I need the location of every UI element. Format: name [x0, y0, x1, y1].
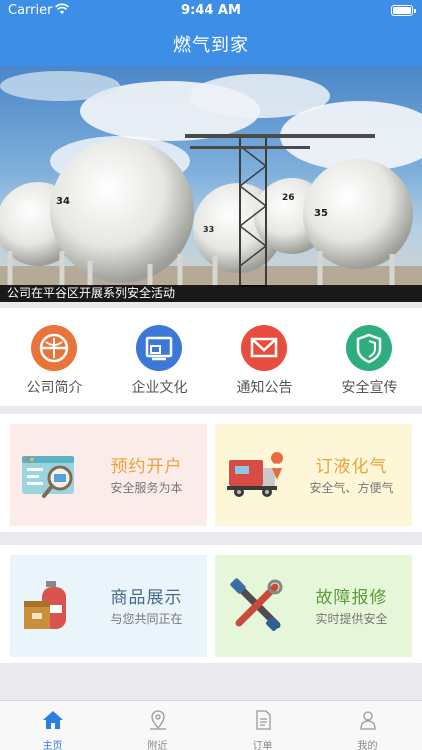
- service-card-repair[interactable]: 故障报修 实时提供安全: [215, 555, 412, 657]
- card-subtitle: 与您共同正在: [110, 612, 183, 626]
- battery-icon: [391, 5, 416, 16]
- quick-item-label: 安全宣传: [341, 380, 398, 396]
- tab-label: 附近: [147, 741, 168, 750]
- quick-item-label: 公司简介: [26, 380, 83, 396]
- service-card-order-gas[interactable]: 订液化气 安全气、方便气: [215, 424, 412, 526]
- tools-icon: [230, 578, 283, 631]
- service-card-products[interactable]: 商品展示 与您共同正在: [10, 555, 207, 657]
- tab-nearby[interactable]: 附近: [105, 701, 210, 750]
- quick-item-company-profile[interactable]: 公司简介: [2, 308, 107, 406]
- browser-search-icon: [22, 456, 74, 498]
- tab-label: 主页: [42, 741, 63, 750]
- tank-number: 33: [203, 225, 214, 234]
- card-title: 预约开户: [110, 457, 183, 477]
- tab-bar: 主页 附近 订单 我的: [0, 700, 422, 750]
- banner-photo: 34 33 26 35: [0, 71, 422, 302]
- quick-item-safety[interactable]: 安全宣传: [317, 308, 422, 406]
- location-pin-icon: [150, 710, 166, 730]
- quick-item-culture[interactable]: 企业文化: [107, 308, 212, 406]
- monitor-icon: [136, 325, 182, 371]
- card-subtitle: 实时提供安全: [315, 612, 388, 626]
- shield-icon: [346, 325, 392, 371]
- clock: 9:44 AM: [181, 3, 241, 18]
- service-card-account-open[interactable]: 预约开户 安全服务为本: [10, 424, 207, 526]
- document-icon: [256, 710, 271, 730]
- tank-number: 34: [56, 196, 70, 207]
- card-title: 商品展示: [110, 588, 183, 608]
- banner-carousel[interactable]: 34 33 26 35 公司在平谷区开展系列安全活动: [0, 66, 422, 302]
- card-subtitle: 安全服务为本: [110, 481, 183, 495]
- page-title: 燃气到家: [173, 35, 249, 56]
- tab-label: 订单: [252, 741, 273, 750]
- tab-orders[interactable]: 订单: [210, 701, 315, 750]
- service-row: 商品展示 与您共同正在 故障报修 实时提供安全: [0, 545, 422, 663]
- truck-location-icon: [227, 452, 284, 497]
- card-subtitle: 安全气、方便气: [309, 481, 394, 495]
- quick-menu: 公司简介 企业文化 通知公告 安全宣传: [0, 308, 422, 406]
- home-icon: [43, 711, 63, 729]
- card-title: 故障报修: [315, 588, 388, 608]
- envelope-icon: [241, 325, 287, 371]
- tab-home[interactable]: 主页: [0, 701, 105, 750]
- tab-label: 我的: [357, 741, 378, 750]
- tab-mine[interactable]: 我的: [315, 701, 420, 750]
- quick-item-label: 企业文化: [131, 380, 188, 396]
- company-logo-icon: [31, 325, 77, 371]
- service-row: 预约开户 安全服务为本 订液化气 安全气、方便气: [0, 414, 422, 532]
- quick-item-notices[interactable]: 通知公告: [212, 308, 317, 406]
- tank-number: 35: [314, 208, 328, 219]
- status-bar: Carrier 9:44 AM: [0, 0, 422, 22]
- tank-number: 26: [282, 193, 295, 203]
- gas-cylinder-box-icon: [24, 581, 66, 629]
- quick-item-label: 通知公告: [236, 380, 293, 396]
- person-icon: [360, 711, 376, 730]
- card-title: 订液化气: [315, 457, 388, 477]
- navigation-header: Carrier 9:44 AM 燃气到家: [0, 0, 422, 66]
- banner-caption: 公司在平谷区开展系列安全活动: [0, 285, 422, 302]
